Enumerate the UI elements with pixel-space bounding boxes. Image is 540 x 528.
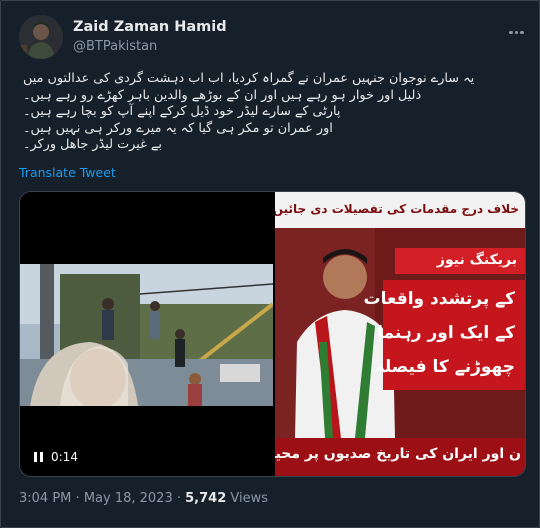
tweet-time[interactable]: 3:04 PM [19, 491, 71, 506]
pause-icon[interactable] [34, 452, 43, 462]
meta-separator: · [75, 491, 80, 506]
meta-separator: · [176, 491, 181, 506]
news-bottom-ticker: ن اور ایران کی تاریخ صدیوں پر محیط ہے، و… [275, 446, 521, 462]
video-controls: 0:14 [34, 450, 78, 464]
video-frame-street-scene [20, 264, 273, 406]
news-headline-line: چھوڑنے کا فیصلہ [374, 357, 515, 377]
news-headline-line: کے پرتشدد واقعات [363, 289, 515, 309]
tweet-line: بے غیرت لیڈر جاھل ورکر۔ [23, 137, 162, 152]
tweet-line: اور عمران تو مکر ہی گیا کہ یہ میرے ورکر … [23, 120, 333, 136]
news-headline-line: کے ایک اور رہنما [377, 323, 515, 343]
news-top-ticker: خلاف درج مقدمات کی تفصیلات دی جائیں، درخ… [275, 202, 519, 216]
video-timestamp: 0:14 [51, 450, 78, 464]
news-image[interactable]: خلاف درج مقدمات کی تفصیلات دی جائیں، درخ… [275, 192, 525, 476]
tweet-card: Zaid Zaman Hamid @BTPakistan یہ سارے نوج… [0, 0, 540, 528]
author-display-name[interactable]: Zaid Zaman Hamid [73, 19, 227, 35]
tweet-line: ذلیل اور خوار ہو رہے ہیں اور ان کے بوڑھے… [23, 87, 422, 103]
tweet-text: یہ سارے نوجوان جنہیں عمران نے گمراہ کردی… [23, 71, 521, 154]
tweet-line: پارٹی کے سارے لیڈر خود ڈیل کرکے اپنے آپ … [23, 104, 341, 119]
avatar-image [19, 15, 63, 59]
views-label: Views [230, 491, 269, 506]
tweet-meta: 3:04 PM · May 18, 2023 · 5,742 Views [19, 491, 268, 506]
avatar[interactable] [19, 15, 63, 59]
author-handle[interactable]: @BTPakistan [73, 39, 157, 54]
breaking-news-tag: بریکنگ نیوز [436, 252, 517, 268]
more-options-icon[interactable] [509, 19, 529, 34]
video-player[interactable]: 0:14 [20, 192, 273, 476]
translate-tweet-link[interactable]: Translate Tweet [19, 165, 116, 180]
tweet-date[interactable]: May 18, 2023 [84, 491, 173, 506]
tweet-line: یہ سارے نوجوان جنہیں عمران نے گمراہ کردی… [23, 71, 475, 86]
media-container[interactable]: 0:14 خلاف درج مقدمات کی تفصیلات دی جائیں… [19, 191, 526, 477]
views-count: 5,742 [185, 491, 227, 506]
